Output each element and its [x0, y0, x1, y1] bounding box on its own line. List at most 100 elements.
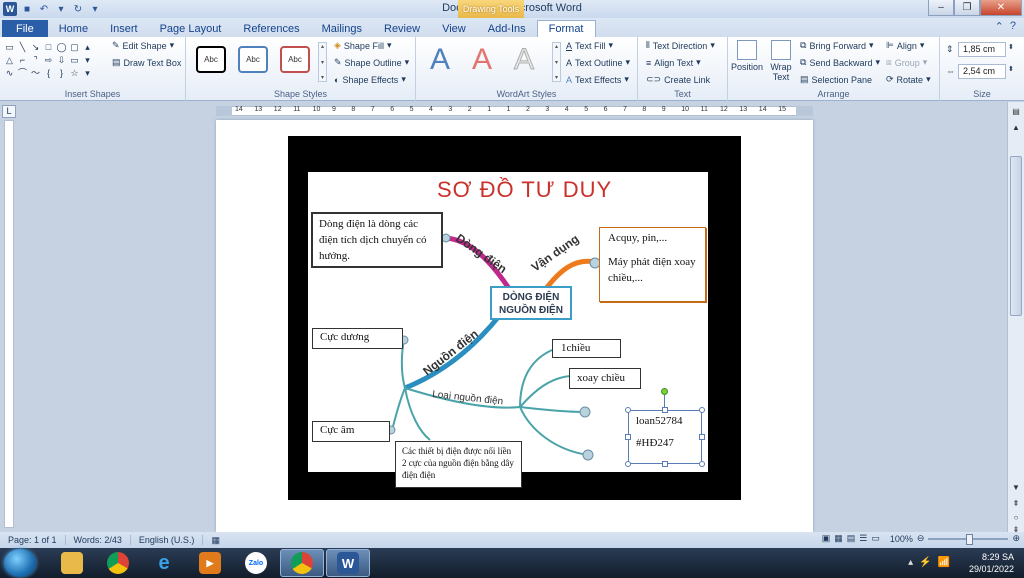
- text-fill-button[interactable]: A Text Fill ▾: [566, 40, 613, 51]
- connector-shape-icon[interactable]: ⌝: [30, 55, 41, 66]
- word-app-icon[interactable]: W: [3, 2, 17, 16]
- create-link-button[interactable]: ⊂⊃ Create Link: [646, 74, 710, 85]
- brace-right-shape-icon[interactable]: }: [56, 68, 67, 79]
- right-arrow-shape-icon[interactable]: ⇨: [43, 55, 54, 66]
- wordart-style-light[interactable]: A: [513, 43, 534, 77]
- status-words[interactable]: Words: 2/43: [66, 535, 131, 545]
- vertical-ruler[interactable]: [4, 120, 14, 528]
- text-box-shape-icon[interactable]: ▭: [4, 42, 15, 53]
- send-backward-button[interactable]: ⧉ Send Backward ▾: [800, 57, 880, 68]
- scribble-shape-icon[interactable]: 〜: [30, 68, 41, 79]
- shape-fill-button[interactable]: ◈ Shape Fill ▾: [334, 40, 391, 51]
- height-spinner-icon[interactable]: ⬍: [1008, 43, 1014, 51]
- position-button[interactable]: Position: [730, 40, 764, 72]
- taskbar-word[interactable]: W: [326, 549, 370, 577]
- shape-style-red[interactable]: Abc: [280, 46, 310, 73]
- restore-icon[interactable]: ❐: [954, 0, 980, 16]
- taskbar-internet-explorer[interactable]: e: [142, 549, 186, 577]
- show-hidden-icons-icon[interactable]: ▴: [908, 557, 913, 568]
- zoom-slider[interactable]: [928, 533, 1009, 545]
- redo-icon[interactable]: ↻: [71, 2, 85, 16]
- text-outline-button[interactable]: A Text Outline ▾: [566, 57, 630, 68]
- selection-pane-button[interactable]: ▤ Selection Pane: [800, 74, 872, 85]
- gallery-more-icon[interactable]: ▾: [82, 68, 93, 79]
- text-direction-button[interactable]: ⫴ Text Direction ▾: [646, 40, 715, 51]
- resize-handle-ml[interactable]: [625, 434, 631, 440]
- align-button[interactable]: ⊫ Align ▾: [886, 40, 924, 51]
- zoom-out-icon[interactable]: ⊖: [917, 533, 925, 544]
- text-effects-button[interactable]: A Text Effects ▾: [566, 74, 629, 85]
- width-spinner-icon[interactable]: ⬍: [1008, 65, 1014, 73]
- resize-handle-tr[interactable]: [699, 407, 705, 413]
- previous-page-icon[interactable]: ⇞: [1009, 496, 1023, 510]
- freeform-shape-icon[interactable]: ⌒: [17, 68, 28, 79]
- macro-record-icon[interactable]: ▦: [203, 535, 228, 546]
- wordart-scroll[interactable]: ▴ ▾ ▾: [552, 42, 561, 82]
- resize-handle-tm[interactable]: [662, 407, 668, 413]
- clock[interactable]: 8:29 SA 29/01/2022: [969, 551, 1014, 575]
- customize-quick-access-icon[interactable]: ▾: [88, 2, 102, 16]
- elbow-shape-icon[interactable]: ⌐: [17, 55, 28, 66]
- curve-shape-icon[interactable]: ∿: [4, 68, 15, 79]
- horizontal-ruler[interactable]: 14 13 12 11 10 9 8 7 6 5 4 3 2 1 1 2 3 4 5 6 7 8 9 10 11 12 13 14 15: [216, 106, 813, 116]
- shapes-gallery[interactable]: ▭ ╲ ↘ □ ◯ ▢ ▴ △ ⌐ ⌝ ⇨ ⇩ ▭ ▾ ∿ ⌒ 〜 { } ☆ …: [4, 42, 106, 79]
- network-icon[interactable]: 📶: [938, 557, 950, 568]
- shape-outline-button[interactable]: ✎ Shape Outline ▾: [334, 57, 409, 68]
- rotate-button[interactable]: ⟳ Rotate ▾: [886, 74, 931, 85]
- minimize-ribbon-icon[interactable]: ⌃: [995, 20, 1004, 33]
- bring-forward-button[interactable]: ⧉ Bring Forward ▾: [800, 40, 874, 51]
- zoom-in-icon[interactable]: ⊕: [1012, 533, 1020, 544]
- wrap-text-button[interactable]: Wrap Text: [764, 40, 798, 82]
- align-text-button[interactable]: ≡ Align Text ▾: [646, 57, 701, 68]
- selected-text-line-2[interactable]: #HĐ247: [636, 437, 694, 449]
- start-button[interactable]: [4, 549, 36, 577]
- shape-style-black[interactable]: Abc: [196, 46, 226, 73]
- taskbar-zalo[interactable]: Zalo: [234, 549, 278, 577]
- gallery-down-icon[interactable]: ▾: [82, 55, 93, 66]
- tab-page-layout[interactable]: Page Layout: [149, 20, 233, 37]
- tab-review[interactable]: Review: [373, 20, 431, 37]
- resize-handle-mr[interactable]: [699, 434, 705, 440]
- draft-view-icon[interactable]: ▭: [871, 533, 880, 544]
- flowchart-shape-icon[interactable]: ▭: [69, 55, 80, 66]
- shape-width-input[interactable]: 2,54 cm: [958, 64, 1006, 79]
- selected-text-box[interactable]: loan52784 #HĐ247: [628, 410, 702, 464]
- taskbar-chrome-2[interactable]: [280, 549, 324, 577]
- tab-references[interactable]: References: [232, 20, 310, 37]
- wordart-style-blue[interactable]: A: [430, 43, 450, 77]
- undo-dropdown-icon[interactable]: ▾: [54, 2, 68, 16]
- shape-style-blue[interactable]: Abc: [238, 46, 268, 73]
- web-layout-view-icon[interactable]: ▤: [847, 533, 856, 544]
- minimize-icon[interactable]: –: [928, 0, 954, 16]
- outline-view-icon[interactable]: ☰: [859, 533, 867, 544]
- tab-home[interactable]: Home: [48, 20, 99, 37]
- undo-icon[interactable]: ↶: [37, 2, 51, 16]
- tab-mailings[interactable]: Mailings: [311, 20, 373, 37]
- tab-format[interactable]: Format: [536, 20, 596, 37]
- tab-selector[interactable]: L: [2, 105, 16, 118]
- draw-text-box-button[interactable]: ▤ Draw Text Box: [112, 57, 181, 68]
- tab-add-ins[interactable]: Add-Ins: [477, 20, 537, 37]
- resize-handle-tl[interactable]: [625, 407, 631, 413]
- down-arrow-shape-icon[interactable]: ⇩: [56, 55, 67, 66]
- edit-shape-button[interactable]: ✎ Edit Shape ▾: [112, 40, 174, 51]
- print-layout-view-icon[interactable]: ▣: [822, 533, 831, 544]
- full-screen-view-icon[interactable]: ▦: [834, 533, 843, 544]
- rotate-handle[interactable]: [661, 388, 668, 395]
- status-page[interactable]: Page: 1 of 1: [0, 535, 66, 545]
- scroll-up-icon[interactable]: ▲: [1009, 120, 1023, 134]
- resize-handle-bl[interactable]: [625, 461, 631, 467]
- rounded-rect-shape-icon[interactable]: ▢: [69, 42, 80, 53]
- power-icon[interactable]: ⚡: [919, 557, 931, 568]
- close-icon[interactable]: ✕: [980, 0, 1022, 16]
- zoom-level[interactable]: 100%: [890, 534, 913, 544]
- wordart-style-red[interactable]: A: [472, 43, 492, 77]
- scroll-down-icon[interactable]: ▼: [1009, 480, 1023, 494]
- shape-height-input[interactable]: 1,85 cm: [958, 42, 1006, 57]
- save-icon[interactable]: ■: [20, 2, 34, 16]
- line-shape-icon[interactable]: ╲: [17, 42, 28, 53]
- brace-left-shape-icon[interactable]: {: [43, 68, 54, 79]
- taskbar-chrome-1[interactable]: [96, 549, 140, 577]
- tab-file[interactable]: File: [2, 20, 48, 37]
- triangle-shape-icon[interactable]: △: [4, 55, 15, 66]
